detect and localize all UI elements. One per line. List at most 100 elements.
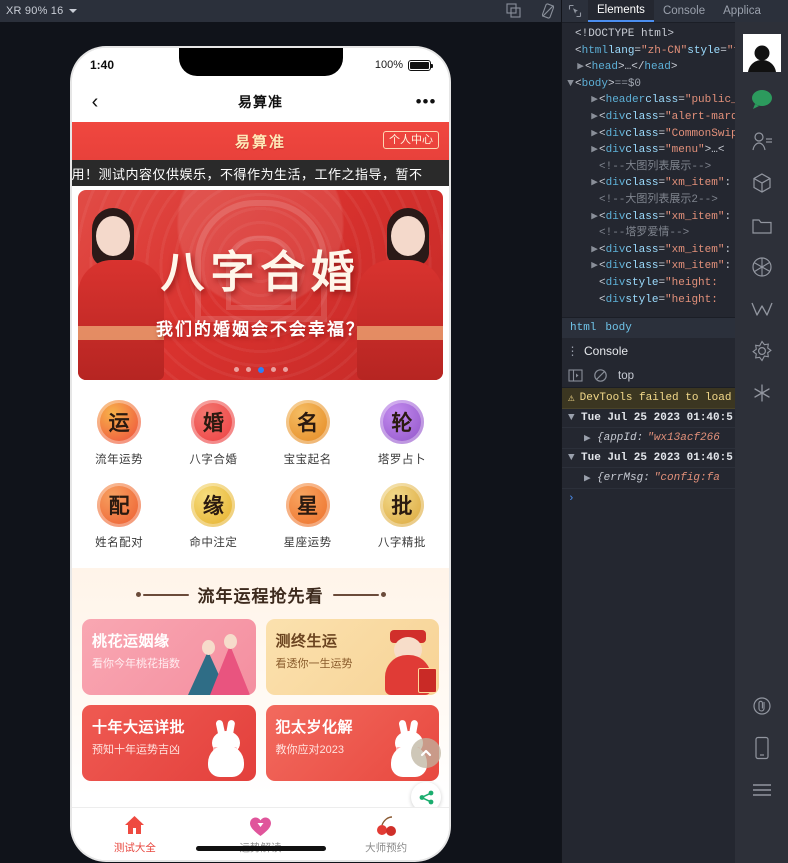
- object-value: "wx13acf266: [647, 432, 720, 444]
- menu-item-6[interactable]: 星星座运势: [261, 475, 355, 558]
- fortune-section: 流年运程抢先看 桃花运姻缘 看你今年桃花指数 测终生运 看透你一生运势 十年大运…: [72, 568, 449, 795]
- menu-item-5[interactable]: 缘命中注定: [166, 475, 260, 558]
- no-rotate-icon[interactable]: [540, 3, 556, 19]
- banner-dot[interactable]: [245, 367, 251, 372]
- avatar[interactable]: [742, 34, 781, 72]
- dom-token: =: [658, 210, 666, 223]
- card-taohua[interactable]: 桃花运姻缘 看你今年桃花指数: [82, 619, 256, 695]
- console-log-text: Tue Jul 25 2023 01:40:5: [581, 412, 733, 424]
- dom-token: div: [605, 110, 626, 123]
- card-row: 十年大运详批 预知十年运势吉凶 犯太岁化解 教你应对2023: [72, 705, 449, 791]
- dom-token: class: [645, 94, 679, 107]
- cube-icon[interactable]: [735, 162, 788, 204]
- wechat-mark-icon[interactable]: [735, 288, 788, 330]
- disclosure-triangle-icon[interactable]: ▶: [590, 109, 599, 126]
- menu-item-label: 星座运势: [283, 537, 332, 549]
- disclosure-triangle-icon[interactable]: ▶: [590, 258, 599, 275]
- dom-token: >…<: [704, 144, 725, 157]
- menu-item-3[interactable]: 轮塔罗占卜: [355, 392, 449, 475]
- asterisk-icon[interactable]: [735, 372, 788, 414]
- menu-icon[interactable]: [735, 769, 788, 811]
- chat-bubble-icon[interactable]: [735, 78, 788, 120]
- disclosure-triangle-icon[interactable]: ▶: [590, 242, 599, 259]
- dom-token: div: [605, 144, 626, 157]
- dom-token: div: [605, 293, 626, 306]
- clip-icon[interactable]: [735, 685, 788, 727]
- banner-dots[interactable]: [78, 367, 443, 373]
- dom-token: =: [658, 110, 666, 123]
- settings-icon[interactable]: [735, 330, 788, 372]
- console-warning-text: DevTools failed to load: [579, 392, 732, 404]
- dom-token: <!--大图列表展示2-->: [599, 193, 718, 206]
- public-header: 易算准 个人中心: [72, 122, 449, 160]
- disclosure-triangle-icon[interactable]: ▶: [590, 92, 599, 109]
- folder-icon[interactable]: [735, 204, 788, 246]
- inspect-element-icon[interactable]: [562, 0, 588, 22]
- menu-item-0[interactable]: 运流年运势: [72, 392, 166, 475]
- card-shinian[interactable]: 十年大运详批 预知十年运势吉凶: [82, 705, 256, 781]
- console-context-selector[interactable]: top: [618, 370, 634, 382]
- more-menu-icon[interactable]: •••: [403, 92, 449, 112]
- dom-token: div: [605, 260, 626, 273]
- mobile-icon[interactable]: [735, 727, 788, 769]
- card-taisui[interactable]: 犯太岁化解 教你应对2023: [265, 705, 439, 781]
- battery-percent: 100%: [374, 59, 403, 71]
- card-zhongsheng[interactable]: 测终生运 看透你一生运势: [265, 619, 439, 695]
- dom-token: >: [670, 61, 678, 74]
- menu-item-2[interactable]: 名宝宝起名: [261, 392, 355, 475]
- dom-token: <: [599, 144, 606, 157]
- alert-marquee[interactable]: 使用！测试内容仅供娱乐，不得作为生活，工作之指导，暂不: [72, 160, 449, 186]
- dom-token: <!--大图列表展示-->: [599, 160, 712, 173]
- clear-console-icon[interactable]: [593, 368, 608, 383]
- devtools-tab-elements[interactable]: Elements: [588, 0, 654, 22]
- menu-item-7[interactable]: 批八字精批: [355, 475, 449, 558]
- banner-dot[interactable]: [282, 367, 288, 372]
- user-center-button[interactable]: 个人中心: [383, 131, 439, 150]
- dom-token: style: [625, 276, 659, 289]
- breadcrumb-item[interactable]: body: [605, 322, 631, 334]
- tab-0[interactable]: 测试大全: [72, 814, 198, 855]
- disclosure-triangle-icon[interactable]: ▶: [590, 209, 599, 226]
- sidebar-toggle-icon[interactable]: [568, 368, 583, 383]
- expand-triangle-icon[interactable]: ▶: [584, 431, 593, 445]
- banner-swiper[interactable]: 八字合婚 我们的婚姻会不会幸福？: [78, 190, 443, 380]
- dom-token: class: [625, 243, 659, 256]
- banner-dot[interactable]: [233, 367, 239, 372]
- expand-triangle-icon[interactable]: ▼: [568, 452, 577, 464]
- copy-windows-icon[interactable]: [506, 3, 522, 19]
- disclosure-triangle-icon[interactable]: ▼: [566, 76, 575, 93]
- devtools-tab-console[interactable]: Console: [654, 0, 714, 22]
- home-icon: [123, 814, 147, 838]
- device-label: XR 90% 16: [6, 5, 64, 17]
- back-to-top-button[interactable]: [411, 738, 441, 768]
- menu-item-icon: 星: [285, 483, 330, 527]
- banner-dot[interactable]: [257, 367, 264, 373]
- dom-token: "xm_item": [665, 210, 725, 223]
- contacts-icon[interactable]: [735, 120, 788, 162]
- dom-token: html: [581, 44, 609, 57]
- expand-triangle-icon[interactable]: ▼: [568, 412, 577, 424]
- menu-item-icon: 配: [97, 483, 142, 527]
- dom-token: <: [575, 44, 582, 57]
- object-key: {errMsg:: [597, 472, 650, 484]
- dom-token: <: [599, 110, 606, 123]
- dom-token: =: [634, 44, 642, 57]
- back-button[interactable]: ‹: [72, 92, 118, 112]
- devtools-tab-applica[interactable]: Applica: [714, 0, 770, 22]
- breadcrumb-item[interactable]: html: [570, 322, 596, 334]
- aperture-icon[interactable]: [735, 246, 788, 288]
- disclosure-triangle-icon[interactable]: ▶: [590, 126, 599, 143]
- disclosure-triangle-icon[interactable]: ▶: [590, 142, 599, 159]
- kebab-menu-icon[interactable]: ⋮: [562, 344, 584, 358]
- disclosure-triangle-icon[interactable]: ▶: [590, 175, 599, 192]
- device-selector[interactable]: XR 90% 16: [6, 5, 78, 17]
- tab-2[interactable]: 大师预约: [323, 814, 449, 855]
- expand-triangle-icon[interactable]: ▶: [584, 471, 593, 485]
- banner-dot[interactable]: [270, 367, 276, 372]
- menu-item-label: 塔罗占卜: [377, 454, 426, 466]
- menu-item-1[interactable]: 婚八字合婚: [166, 392, 260, 475]
- card-desc: 教你应对2023: [275, 744, 344, 756]
- menu-item-4[interactable]: 配姓名配对: [72, 475, 166, 558]
- disclosure-triangle-icon[interactable]: ▶: [576, 59, 585, 76]
- dom-token: >: [608, 77, 615, 90]
